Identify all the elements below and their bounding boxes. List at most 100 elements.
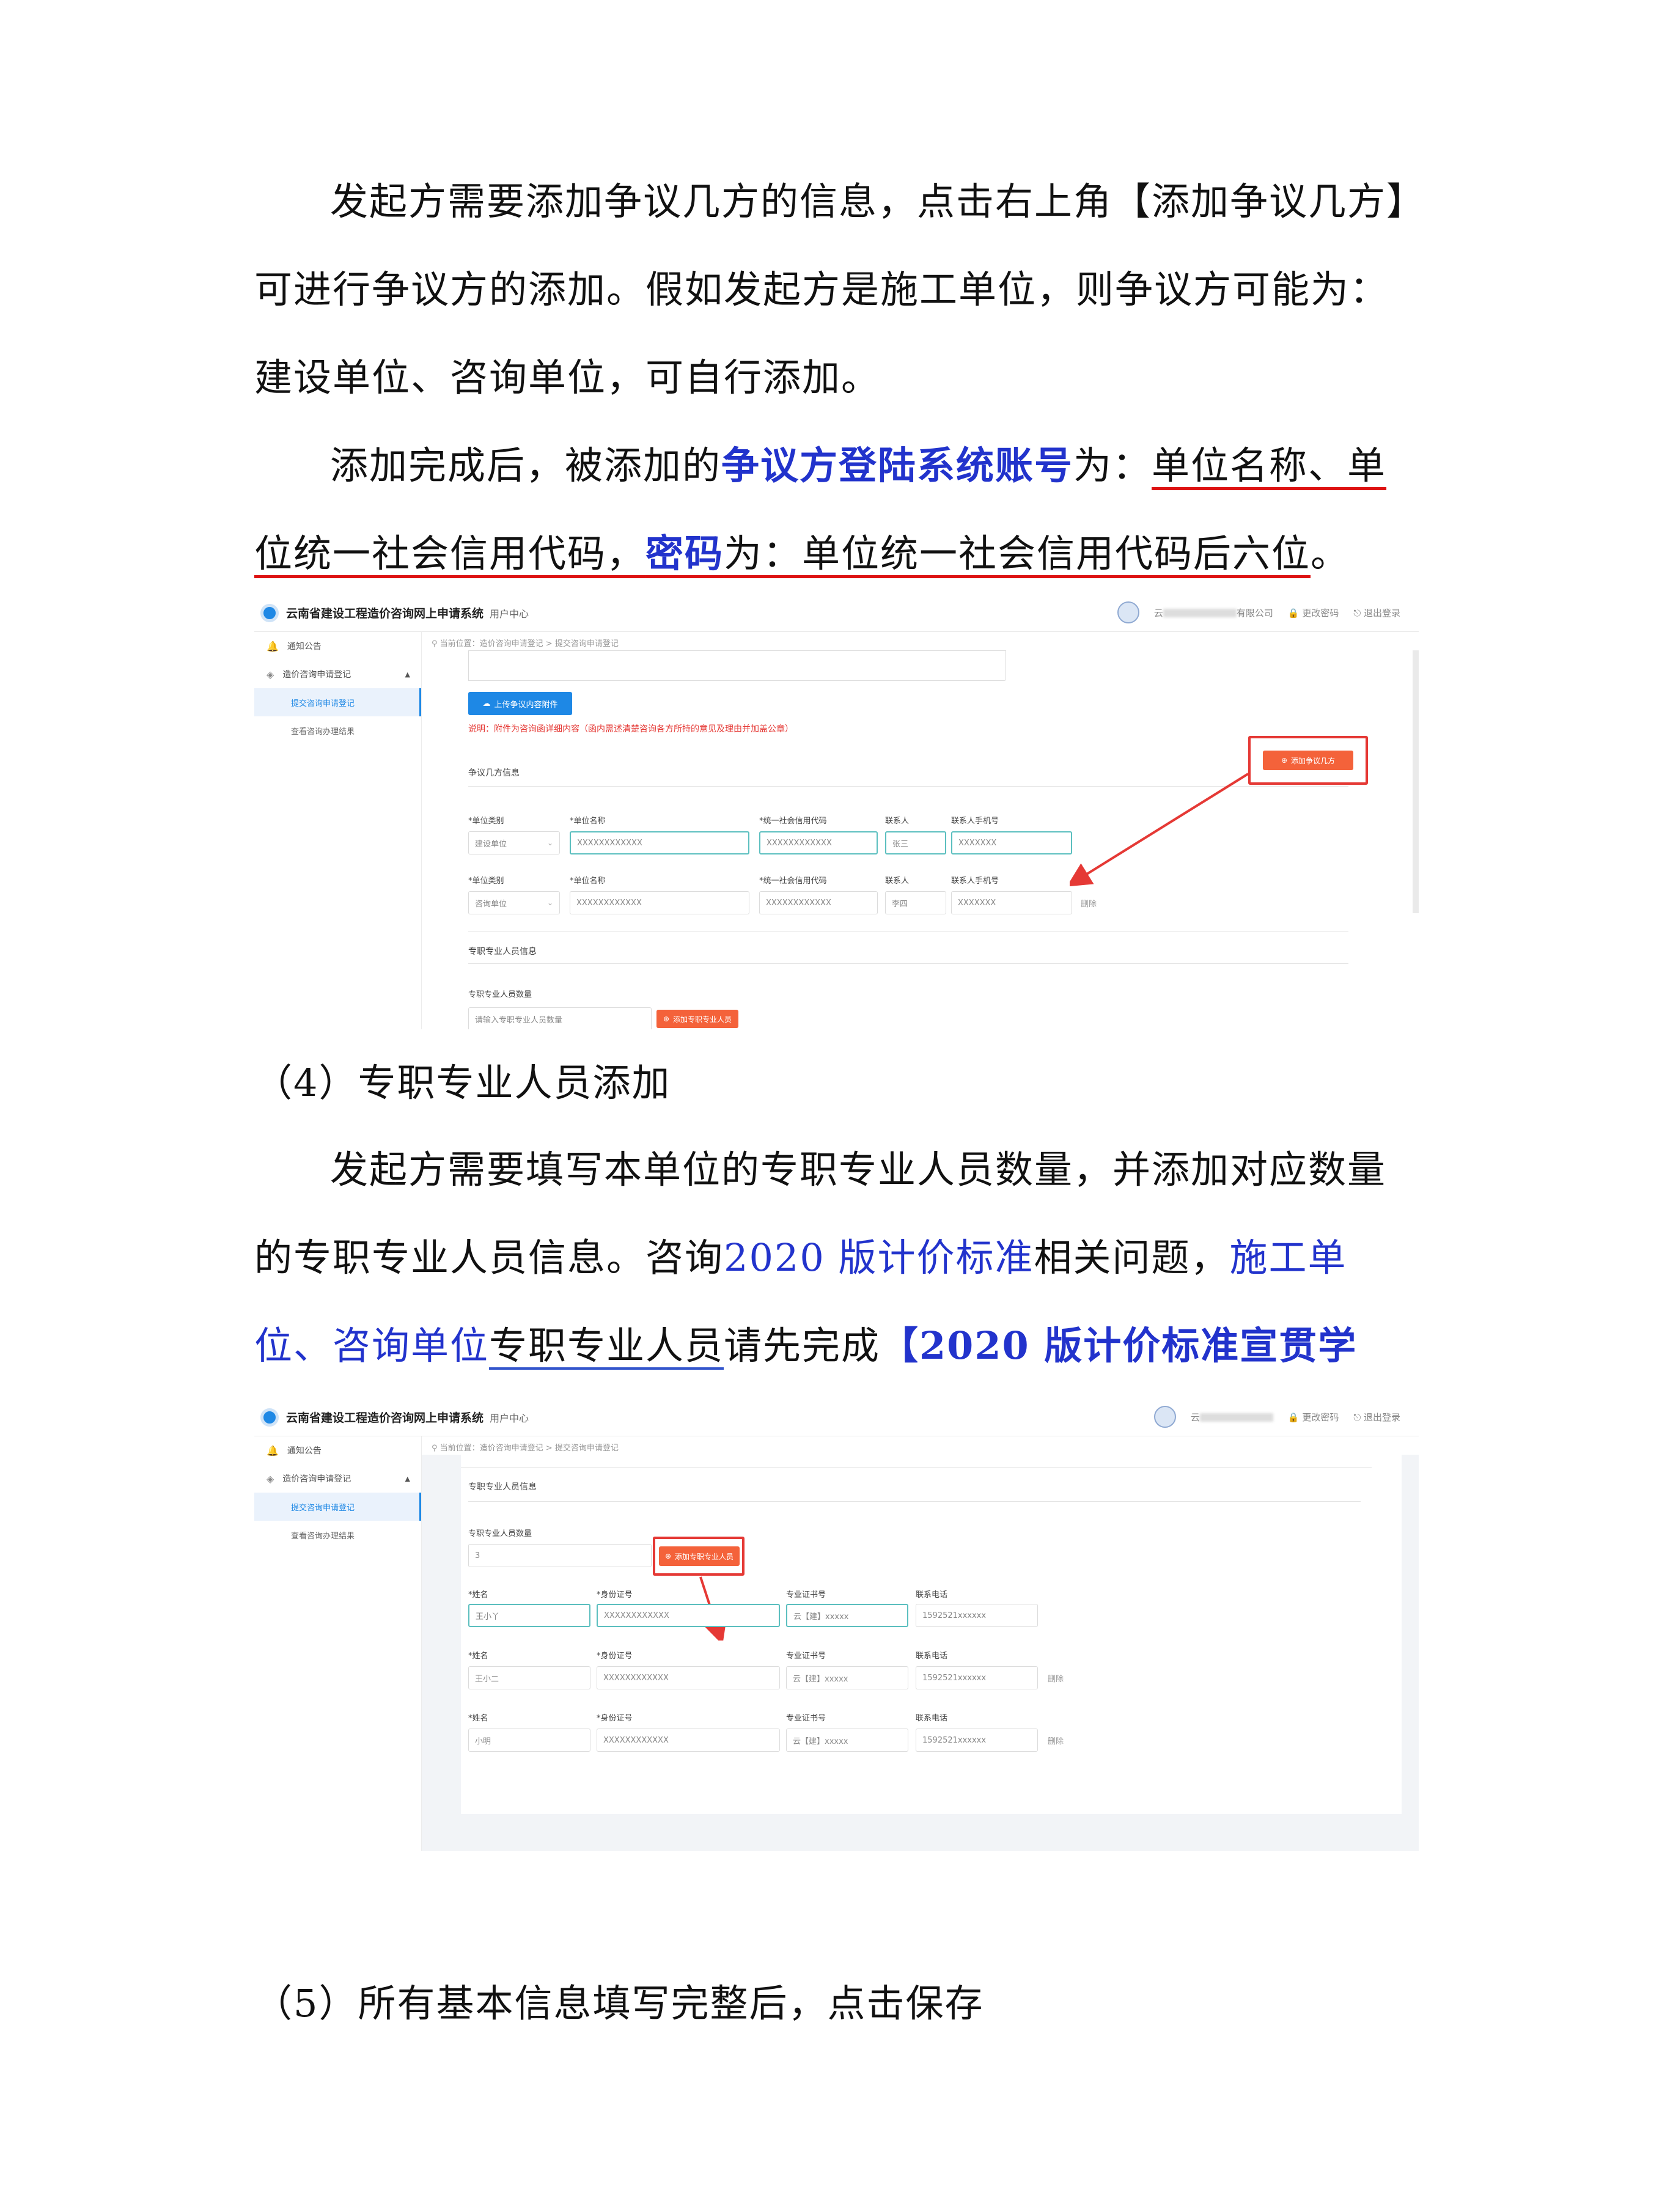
user-center-link[interactable]: 用户中心 xyxy=(490,1410,529,1425)
sidebar-item-submit[interactable]: 提交咨询申请登记 xyxy=(254,688,421,716)
logo-icon xyxy=(260,1408,279,1427)
add-party-button[interactable]: ⊕ 添加争议几方 xyxy=(1263,751,1353,770)
sidebar-item-register[interactable]: ◈ 造价咨询申请登记 ▲ xyxy=(254,660,421,688)
attachment-note: 说明：附件为咨询函详细内容（函内需述清楚咨询各方所持的意见及理由并加盖公章） xyxy=(468,724,793,734)
input-id-number[interactable]: XXXXXXXXXXXX xyxy=(597,1666,780,1689)
change-password-link[interactable]: 🔒 更改密码 xyxy=(1288,606,1339,619)
sidebar-item-submit[interactable]: 提交咨询申请登记 xyxy=(254,1493,421,1521)
chevron-up-icon: ▲ xyxy=(405,670,410,678)
system-name: 云南省建设工程造价咨询网上申请系统 xyxy=(286,607,484,620)
dispute-content-textarea[interactable] xyxy=(468,650,1006,681)
delete-row-link[interactable]: 删除 xyxy=(1048,1672,1064,1684)
highlight-password: 密码 xyxy=(645,531,724,576)
label-staff-count: 专职专业人员数量 xyxy=(468,990,532,999)
divider xyxy=(461,1467,1372,1468)
highlight-account: 争议方登陆系统账号 xyxy=(721,443,1074,488)
input-name[interactable]: 小明 xyxy=(468,1729,590,1752)
heading-staff-add: （4）专职专业人员添加 xyxy=(254,1060,671,1105)
label-cert-number: 专业证书号 xyxy=(786,1590,826,1600)
input-contact[interactable]: 张三 xyxy=(885,831,946,854)
plus-circle-icon: ⊕ xyxy=(663,1015,670,1023)
input-phone[interactable]: 1592521xxxxxx xyxy=(916,1729,1038,1752)
upload-attachment-button[interactable]: ☁ 上传争议内容附件 xyxy=(468,692,572,715)
logout-link[interactable]: ⎋ 退出登录 xyxy=(1353,606,1400,619)
label-unit-name: *单位名称 xyxy=(570,876,606,886)
label-id-number: *身份证号 xyxy=(597,1652,633,1661)
label-unit-type: *单位类别 xyxy=(468,876,504,886)
avatar[interactable] xyxy=(1117,601,1139,623)
company-name: 云有限公司 xyxy=(1153,607,1273,619)
section-title-parties: 争议几方信息 xyxy=(468,768,520,778)
label-phone: 联系电话 xyxy=(916,1714,948,1723)
layers-icon: ◈ xyxy=(267,1472,274,1485)
add-staff-button[interactable]: ⊕ 添加专职专业人员 xyxy=(659,1546,740,1566)
sidebar: 🔔 通知公告 ◈ 造价咨询申请登记 ▲ 提交咨询申请登记 查看咨询办理结果 xyxy=(254,632,422,1029)
user-center-link[interactable]: 用户中心 xyxy=(490,606,529,620)
paragraph-add-parties: 发起方需要添加争议几方的信息，点击右上角【添加争议几方】可进行争议方的添加。假如… xyxy=(254,158,1419,422)
sidebar-item-notice[interactable]: 🔔 通知公告 xyxy=(254,1436,421,1464)
app-header: 云南省建设工程造价咨询网上申请系统 用户中心 云有限公司 🔒 更改密码 ⎋ 退出… xyxy=(254,594,1419,632)
bell-icon: 🔔 xyxy=(267,640,279,652)
company-name: 云 xyxy=(1191,1411,1273,1424)
input-name[interactable]: 王小二 xyxy=(468,1666,590,1689)
sidebar-item-notice[interactable]: 🔔 通知公告 xyxy=(254,632,421,660)
input-id-number[interactable]: XXXXXXXXXXXX xyxy=(597,1604,780,1627)
sidebar: 🔔 通知公告 ◈ 造价咨询申请登记 ▲ 提交咨询申请登记 查看咨询办理结果 xyxy=(254,1436,422,1851)
divider xyxy=(468,963,1348,964)
sidebar-item-results[interactable]: 查看咨询办理结果 xyxy=(254,1521,421,1549)
highlight-standard: 2020 版计价标准 xyxy=(724,1235,1034,1280)
sidebar-item-results[interactable]: 查看咨询办理结果 xyxy=(254,716,421,744)
input-cert-number[interactable]: 云【建】xxxxx xyxy=(786,1666,908,1689)
label-name: *姓名 xyxy=(468,1652,488,1661)
avatar[interactable] xyxy=(1153,1406,1176,1428)
paragraph-text: 发起方需要添加争议几方的信息，点击右上角【添加争议几方】可进行争议方的添加。假如… xyxy=(254,179,1407,400)
input-cert-number[interactable]: 云【建】xxxxx xyxy=(786,1604,908,1627)
label-cert-number: 专业证书号 xyxy=(786,1652,826,1661)
cloud-upload-icon: ☁ xyxy=(482,699,491,708)
input-contact-phone[interactable]: XXXXXXX xyxy=(951,891,1072,914)
label-unit-type: *单位类别 xyxy=(468,817,504,826)
select-unit-type[interactable]: 建设单位 ⌄ xyxy=(468,831,560,854)
input-phone[interactable]: 1592521xxxxxx xyxy=(916,1604,1038,1627)
text-segment: 相关问题， xyxy=(1034,1235,1230,1280)
screenshot-dispute-parties: 云南省建设工程造价咨询网上申请系统 用户中心 云有限公司 🔒 更改密码 ⎋ 退出… xyxy=(254,594,1419,1029)
text-segment: 。 xyxy=(1311,531,1350,576)
sidebar-item-register[interactable]: ◈ 造价咨询申请登记 ▲ xyxy=(254,1464,421,1493)
logout-link[interactable]: ⎋ 退出登录 xyxy=(1353,1411,1400,1424)
input-staff-count[interactable]: 请输入专职专业人员数量 xyxy=(468,1007,652,1029)
label-credit-code: *统一社会信用代码 xyxy=(759,876,827,886)
input-id-number[interactable]: XXXXXXXXXXXX xyxy=(597,1729,780,1752)
input-staff-count[interactable]: 3 xyxy=(468,1544,652,1567)
input-phone[interactable]: 1592521xxxxxx xyxy=(916,1666,1038,1689)
chevron-down-icon: ⌄ xyxy=(546,898,553,907)
screenshot-staff: 云南省建设工程造价咨询网上申请系统 用户中心 云 🔒 更改密码 ⎋ 退出登录 🔔… xyxy=(254,1398,1419,1851)
label-credit-code: *统一社会信用代码 xyxy=(759,817,827,826)
paragraph-account-info: 添加完成后，被添加的争议方登陆系统账号为：单位名称、单位统一社会信用代码，密码为… xyxy=(254,422,1419,598)
label-cert-number: 专业证书号 xyxy=(786,1714,826,1723)
label-phone: 联系电话 xyxy=(916,1590,948,1600)
section-title-staff: 专职专业人员信息 xyxy=(468,947,537,957)
text-segment: 请先完成 xyxy=(724,1323,881,1368)
input-unit-name[interactable]: XXXXXXXXXXXX xyxy=(570,831,749,854)
add-staff-button[interactable]: ⊕ 添加专职专业人员 xyxy=(656,1010,738,1028)
label-name: *姓名 xyxy=(468,1590,488,1600)
input-cert-number[interactable]: 云【建】xxxxx xyxy=(786,1729,908,1752)
scrollbar[interactable] xyxy=(1413,650,1419,913)
select-unit-type[interactable]: 咨询单位 ⌄ xyxy=(468,891,560,914)
input-contact[interactable]: 李四 xyxy=(885,891,946,914)
input-contact-phone[interactable]: XXXXXXX xyxy=(951,831,1072,854)
input-credit-code[interactable]: XXXXXXXXXXXX xyxy=(759,891,878,914)
delete-row-link[interactable]: 删除 xyxy=(1048,1735,1064,1746)
change-password-link[interactable]: 🔒 更改密码 xyxy=(1288,1411,1339,1424)
input-credit-code[interactable]: XXXXXXXXXXXX xyxy=(759,831,878,854)
system-name: 云南省建设工程造价咨询网上申请系统 xyxy=(286,1411,484,1425)
input-name[interactable]: 王小丫 xyxy=(468,1604,590,1627)
delete-row-link[interactable]: 删除 xyxy=(1081,897,1097,909)
logo-icon xyxy=(260,603,279,622)
text-segment: 为： xyxy=(1073,443,1152,488)
input-unit-name[interactable]: XXXXXXXXXXXX xyxy=(570,891,749,914)
divider xyxy=(468,1501,1361,1502)
heading-save: （5）所有基本信息填写完整后，点击保存 xyxy=(254,1981,984,2026)
underlined-staff: 专职专业人员 xyxy=(489,1323,724,1368)
pointer-arrow xyxy=(1070,773,1249,886)
